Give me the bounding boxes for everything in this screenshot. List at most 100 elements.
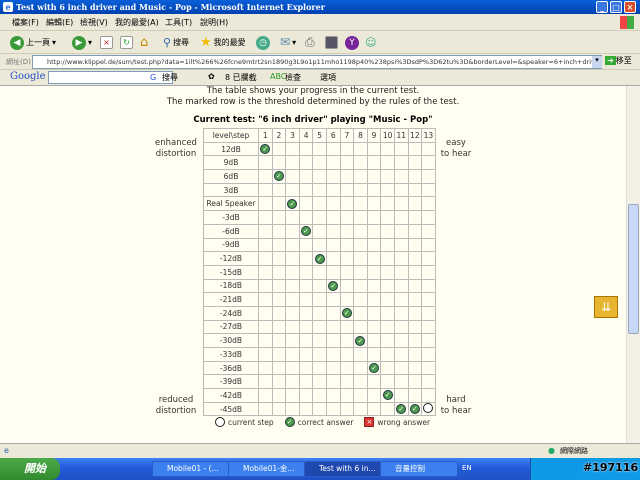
table-cell	[325, 305, 341, 321]
task-mobile01-1[interactable]: Mobile01 - (...	[152, 461, 230, 477]
favorites-label: 我的最愛	[213, 38, 246, 47]
step-header: 4	[298, 128, 314, 143]
minimize-button[interactable]: _	[596, 1, 608, 13]
messenger-button[interactable]: ☺	[365, 35, 376, 50]
start-button[interactable]: 開始	[0, 458, 60, 480]
spellcheck-button[interactable]: 檢查	[285, 72, 301, 83]
hard-to-hear-label: hard to hear	[440, 395, 472, 416]
step-header: 8	[353, 128, 368, 143]
task-label: Mobile01-金...	[243, 464, 295, 473]
table-cell	[353, 141, 368, 157]
search-button[interactable]: ⚲ 搜尋	[163, 35, 189, 50]
edit-button[interactable]	[325, 35, 338, 50]
level-label: -3dB	[203, 210, 259, 225]
table-cell	[325, 401, 341, 417]
menu-edit[interactable]: 編輯(E)	[46, 17, 73, 28]
scroll-thumb[interactable]	[628, 204, 639, 334]
mail-button[interactable]: ✉ ▾	[280, 35, 296, 50]
table-cell	[258, 237, 273, 253]
mail-icon: ✉	[280, 35, 291, 49]
table-row: 6dB ✓	[203, 169, 436, 184]
table-cell	[366, 141, 382, 157]
table-cell	[353, 401, 368, 417]
language-indicator[interactable]: EN	[462, 464, 472, 472]
table-cell	[407, 360, 423, 376]
google-search-button[interactable]: 搜尋	[162, 72, 178, 83]
table-row: -24dB ✓	[203, 305, 436, 321]
task-volume[interactable]: 音量控制	[380, 461, 458, 477]
history-button[interactable]: ◷	[256, 35, 270, 50]
level-label: -18dB	[203, 278, 259, 294]
table-cell	[393, 237, 409, 253]
table-cell	[339, 347, 355, 362]
home-button[interactable]: ⌂	[140, 35, 148, 50]
table-cell	[393, 169, 409, 184]
maximize-button[interactable]: □	[610, 1, 622, 13]
table-cell	[325, 223, 341, 239]
table-row: 3dB	[203, 182, 436, 198]
menu-help[interactable]: 說明(H)	[200, 17, 228, 28]
table-cell	[258, 333, 273, 348]
options-button[interactable]: 選項	[320, 72, 336, 83]
scroll-down-widget-icon[interactable]: ⇊	[594, 296, 618, 318]
menu-favorites[interactable]: 我的最愛(A)	[115, 17, 159, 28]
table-row: 12dB ✓	[203, 141, 436, 157]
table-cell	[258, 169, 273, 184]
table-cell	[271, 360, 287, 376]
back-button[interactable]: ◀ 上一頁 ▾	[10, 35, 56, 50]
google-news-icon[interactable]: ✿	[208, 72, 215, 81]
menu-view[interactable]: 檢視(V)	[80, 17, 108, 28]
forward-button[interactable]: ▶ ▾	[72, 35, 92, 50]
messenger-icon: ☺	[365, 36, 377, 49]
task-label: Test with 6 in...	[319, 464, 376, 473]
address-bar: 網址(D) http://www.klippel.de/sum/test.php…	[0, 54, 640, 70]
table-row: -42dB ✓	[203, 388, 436, 403]
table-cell	[298, 388, 314, 403]
table-cell	[312, 169, 327, 184]
google-logo[interactable]: Google	[10, 71, 46, 82]
intro-line-2: The marked row is the threshold determin…	[166, 97, 460, 107]
step-header: 2	[271, 128, 287, 143]
table-row: -12dB ✓	[203, 251, 436, 266]
table-cell	[312, 223, 327, 239]
table-cell	[353, 292, 368, 307]
address-dropdown-icon[interactable]: ▾	[592, 56, 602, 68]
close-button[interactable]: ×	[624, 1, 636, 13]
refresh-button[interactable]: ↻	[120, 35, 133, 50]
task-mobile01-2[interactable]: Mobile01-金...	[228, 461, 306, 477]
table-cell	[421, 305, 436, 321]
table-cell	[325, 319, 341, 335]
table-cell	[271, 388, 287, 403]
table-cell	[285, 347, 300, 362]
level-label: -24dB	[203, 305, 259, 321]
table-cell	[421, 141, 436, 157]
table-cell	[407, 223, 423, 239]
table-cell	[353, 155, 368, 171]
table-cell	[393, 251, 409, 266]
vertical-scrollbar[interactable]	[626, 86, 640, 443]
table-cell	[353, 264, 368, 280]
go-arrow-icon: ➜	[605, 56, 616, 65]
table-cell	[298, 292, 314, 307]
messenger-yahoo-button[interactable]: Y	[345, 35, 359, 50]
google-g-icon: G	[150, 73, 157, 82]
table-cell	[271, 196, 287, 212]
popup-blocked-button[interactable]: 8 已攔截	[225, 72, 257, 83]
table-cell	[271, 374, 287, 390]
task-test-window[interactable]: Test with 6 in...	[304, 461, 382, 477]
stop-button[interactable]: ×	[100, 35, 113, 50]
table-cell	[285, 141, 300, 157]
address-input[interactable]: http://www.klippel.de/sum/test.php?data=…	[32, 55, 602, 69]
menu-tools[interactable]: 工具(T)	[165, 17, 192, 28]
table-cell	[380, 319, 395, 335]
table-cell	[407, 305, 423, 321]
print-button[interactable]: ⎙	[305, 35, 315, 50]
back-label: 上一頁	[26, 38, 50, 47]
table-cell	[353, 223, 368, 239]
favorites-button[interactable]: ★ 我的最愛	[200, 35, 246, 50]
check-icon: ✓	[301, 226, 312, 237]
table-cell	[271, 264, 287, 280]
menu-file[interactable]: 檔案(F)	[12, 17, 39, 28]
go-button[interactable]: ➜ 移至	[605, 55, 632, 66]
step-header: 1	[258, 128, 273, 143]
